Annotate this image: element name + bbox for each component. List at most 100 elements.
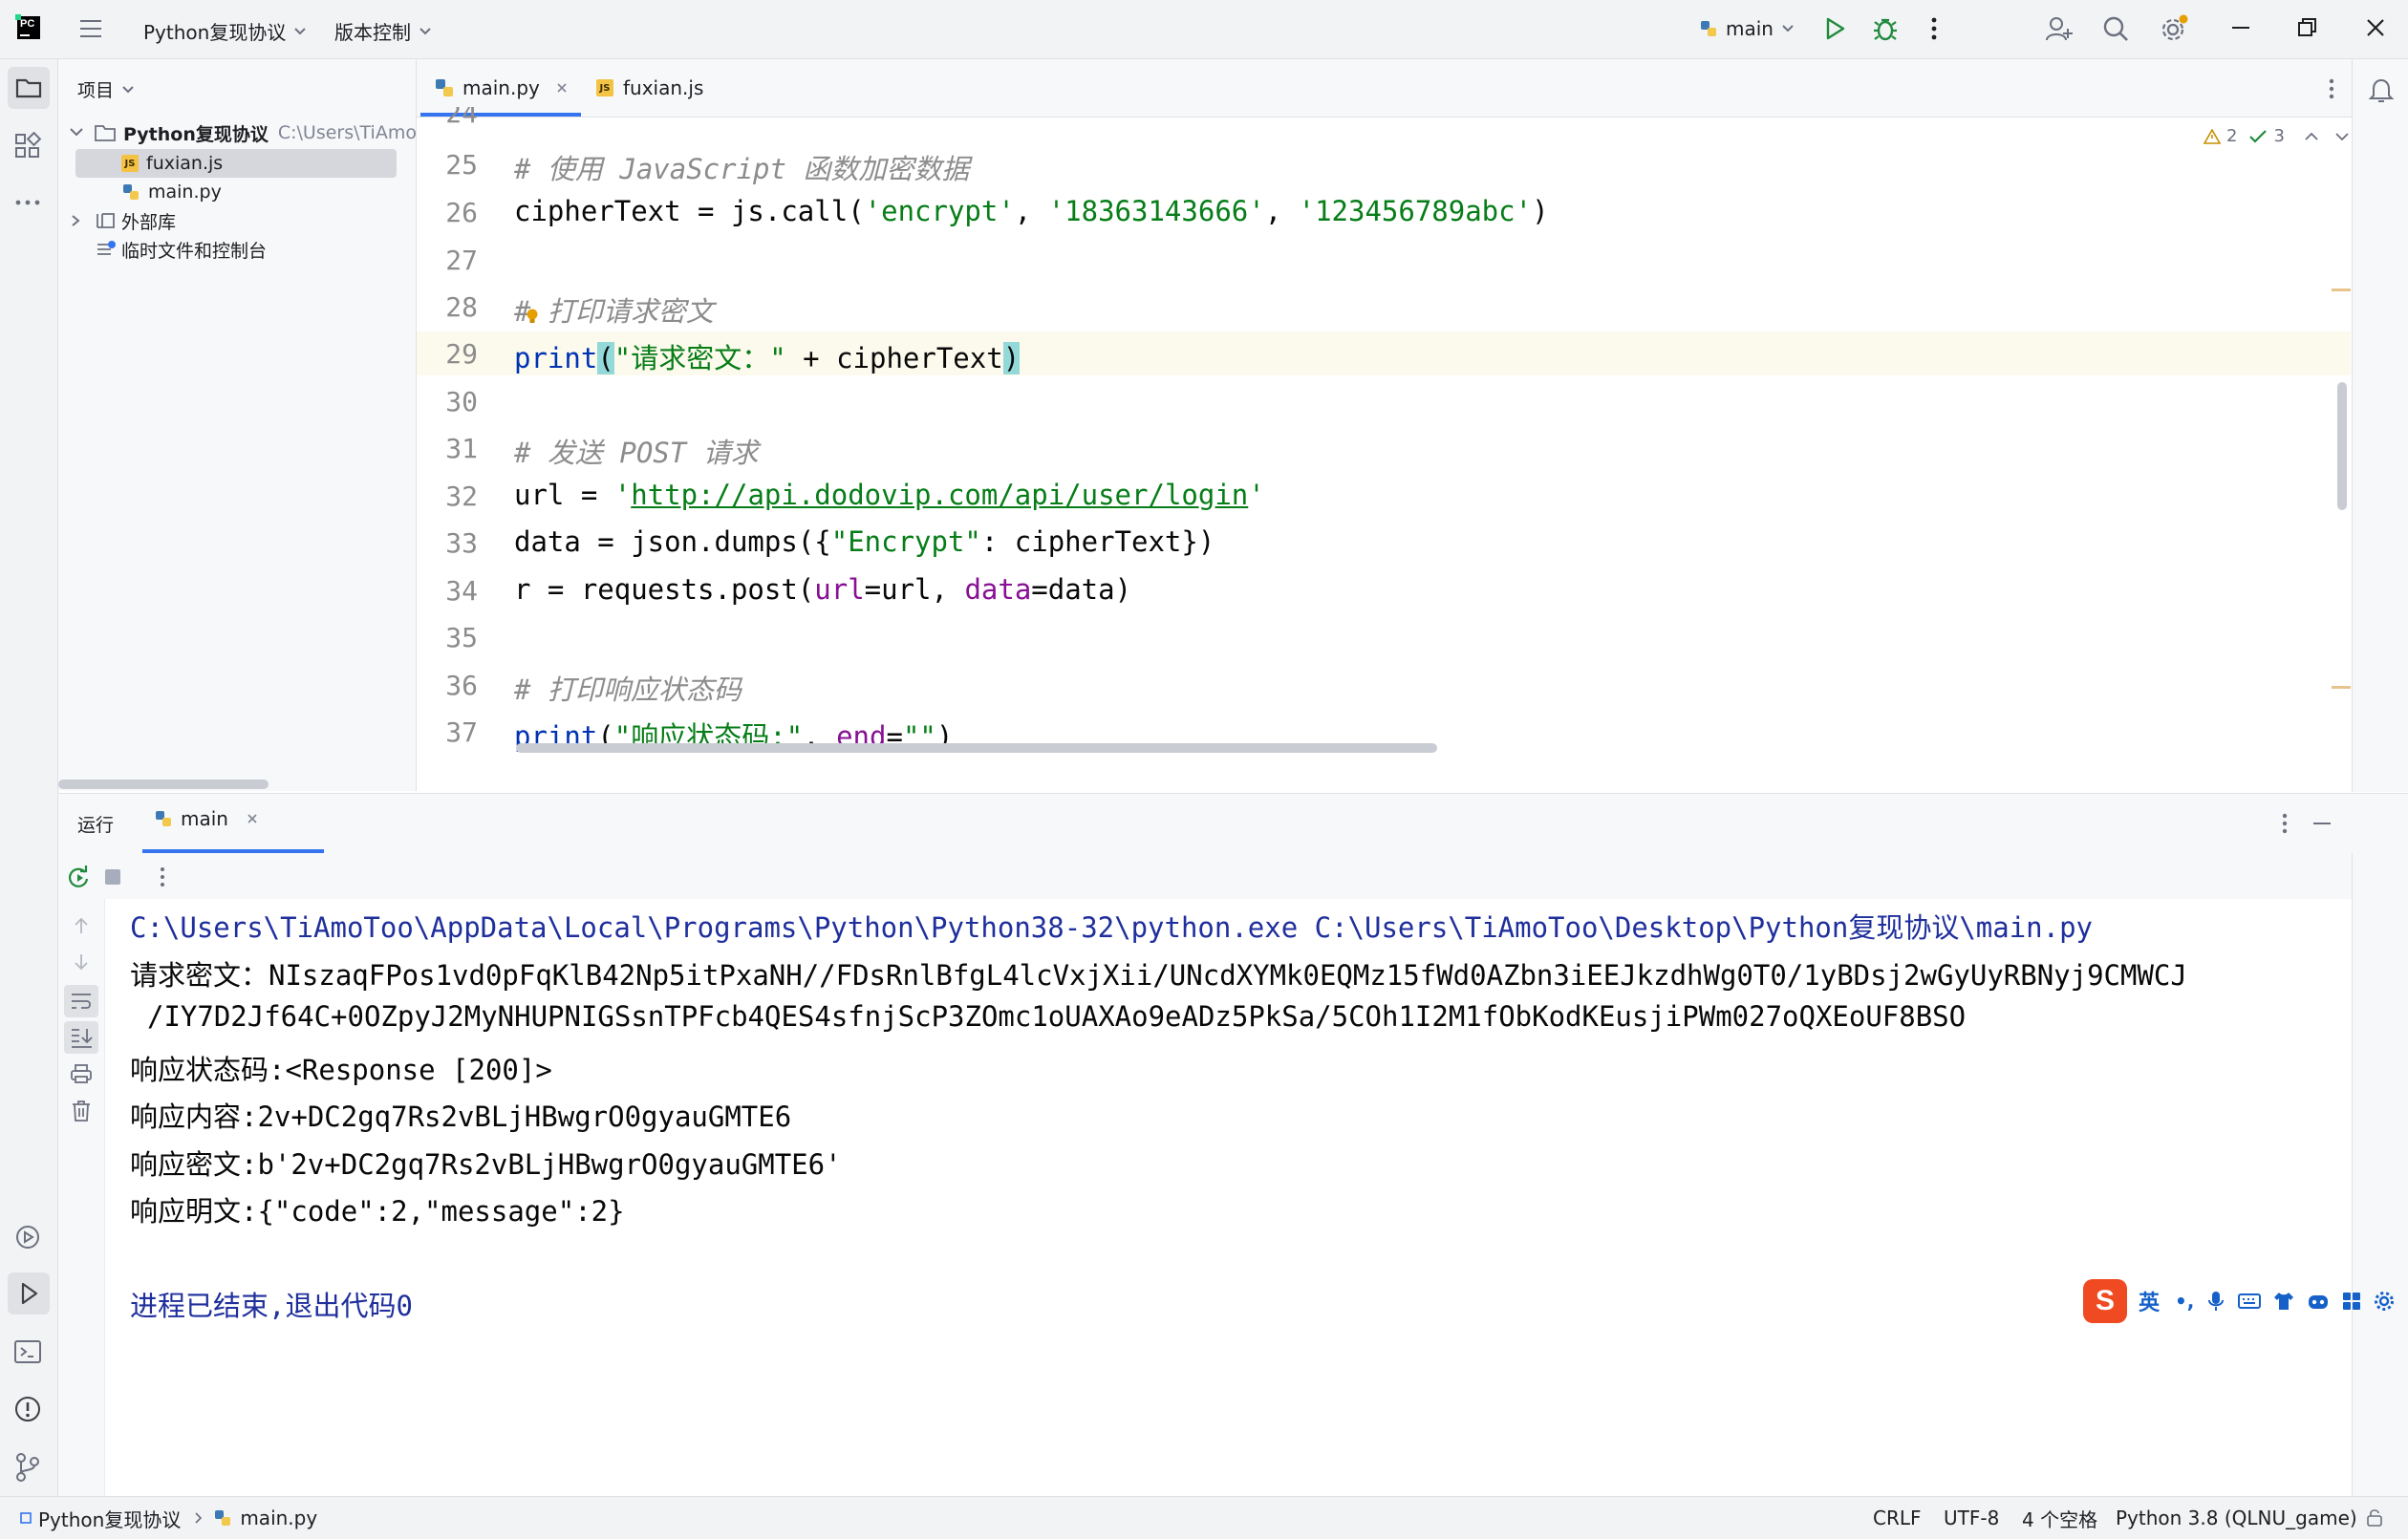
close-window-icon[interactable] (2366, 18, 2385, 37)
code-line[interactable]: # 打印响应状态码 (514, 668, 742, 708)
tab-fuxian-js[interactable]: JS fuxian.js (596, 59, 703, 117)
tree-file-main-py[interactable]: main.py (121, 178, 222, 206)
chevron-up-icon[interactable] (2304, 131, 2319, 142)
tree-root-row[interactable]: Python复现协议 C:\Users\TiAmo (68, 118, 417, 147)
console-line[interactable]: /IY7D2Jf64C+0OZpyJ2MyNHUPNIGSsnTPFcb4QES… (147, 1000, 1966, 1033)
scroll-up-icon[interactable] (72, 916, 91, 935)
hide-panel-icon[interactable] (2313, 823, 2333, 826)
folder-icon (15, 78, 42, 98)
settings-gear-icon[interactable] (2160, 14, 2188, 43)
code-line[interactable]: print("请求密文：" + cipherText) (514, 336, 1021, 376)
line-number: 29 (445, 338, 478, 370)
tab-label: fuxian.js (623, 76, 704, 99)
code-line[interactable]: cipherText = js.call('encrypt', '1836314… (514, 195, 1549, 227)
notifications-bell-icon[interactable] (2368, 76, 2395, 105)
tree-external-libraries[interactable]: 外部库 (68, 206, 176, 235)
close-icon[interactable] (246, 812, 259, 825)
restore-window-icon[interactable] (2298, 18, 2317, 37)
minimize-window-icon[interactable] (2232, 27, 2251, 31)
vcs-menu[interactable]: 版本控制 (334, 17, 432, 45)
scroll-to-end-icon (72, 1029, 93, 1048)
print-icon[interactable] (70, 1063, 93, 1084)
ime-mode-label[interactable]: 英 (2139, 1286, 2160, 1316)
intention-bulb-icon[interactable] (526, 308, 539, 327)
code-line[interactable]: # 发送 POST 请求 (514, 431, 759, 471)
ok-count: 3 (2273, 126, 2285, 146)
breadcrumb-file[interactable]: main.py (240, 1507, 317, 1529)
chevron-down-icon[interactable] (2334, 131, 2350, 142)
status-bar: Python复现协议 main.py CRLF UTF-8 4 个空格 Pyth… (0, 1496, 2408, 1539)
project-panel-header[interactable]: 项目 (77, 76, 135, 102)
run-more-icon[interactable] (160, 866, 165, 887)
run-tab-main[interactable]: main (154, 807, 259, 830)
run-options-icon[interactable] (2281, 813, 2289, 834)
toolbox-grid-icon[interactable] (2341, 1291, 2362, 1312)
console-line[interactable]: C:\Users\TiAmoToo\AppData\Local\Programs… (130, 906, 2093, 946)
git-tool-button[interactable] (13, 1452, 42, 1483)
ime-punct-label[interactable]: •, (2175, 1290, 2194, 1313)
code-line[interactable]: r = requests.post(url=url, data=data) (514, 573, 1131, 606)
project-switcher[interactable]: Python复现协议 (143, 17, 307, 45)
scroll-down-icon[interactable] (72, 952, 91, 972)
code-line[interactable]: # 打印请求密文 (514, 289, 714, 330)
stop-button[interactable] (104, 868, 121, 886)
left-tool-strip (0, 59, 58, 1496)
run-tool-button[interactable] (8, 1272, 50, 1315)
editor-horizontal-scrollbar[interactable] (516, 743, 1437, 753)
pycharm-logo[interactable]: PC (15, 14, 40, 39)
debug-button[interactable] (1873, 15, 1898, 42)
line-separator-widget[interactable]: CRLF (1873, 1497, 1922, 1539)
tree-scratches[interactable]: 临时文件和控制台 (95, 235, 267, 264)
close-icon[interactable] (555, 81, 569, 95)
more-tools-icon[interactable] (15, 199, 42, 206)
structure-tool-button[interactable] (13, 132, 42, 160)
microphone-icon[interactable] (2207, 1290, 2225, 1313)
process-finished-line[interactable]: 进程已结束,退出代码0 (130, 1284, 413, 1324)
console-line[interactable]: 响应明文:{"code":2,"message":2} (130, 1189, 625, 1229)
rerun-button[interactable] (66, 865, 91, 889)
code-line[interactable]: # 使用 JavaScript 函数加密数据 (514, 147, 969, 187)
run-config-selector[interactable]: main (1699, 17, 1795, 40)
emoji-robot-icon[interactable] (2307, 1291, 2330, 1312)
input-method-toolbar[interactable]: S 英 •, (2083, 1274, 2408, 1328)
ime-settings-icon[interactable] (2374, 1291, 2395, 1312)
keyboard-icon[interactable] (2238, 1292, 2262, 1311)
lock-icon[interactable] (2366, 1508, 2383, 1528)
console-line[interactable]: 请求密文：NIszaqFPos1vd0pFqKlB42Np5itPxaNH//F… (130, 953, 2187, 994)
console-line[interactable]: 响应密文:b'2v+DC2gq7Rs2vBLjHBwgrO0gyauGMTE6' (130, 1143, 842, 1183)
scroll-to-end-button[interactable] (64, 1021, 98, 1054)
search-icon[interactable] (2102, 15, 2129, 42)
skin-shirt-icon[interactable] (2272, 1291, 2295, 1312)
breadcrumb-project[interactable]: Python复现协议 (38, 1505, 181, 1532)
code-line[interactable]: data = json.dumps({"Encrypt": cipherText… (514, 525, 1215, 558)
services-tool-button[interactable] (13, 1223, 42, 1251)
encoding-widget[interactable]: UTF-8 (1944, 1497, 1999, 1539)
project-horizontal-scrollbar[interactable] (58, 780, 269, 789)
console-line[interactable]: 响应内容:2v+DC2gq7Rs2vBLjHBwgrO0gyauGMTE6 (130, 1095, 791, 1135)
terminal-tool-button[interactable] (13, 1337, 42, 1366)
tree-file-label: main.py (148, 182, 222, 203)
line-number: 25 (445, 149, 478, 181)
code-line[interactable]: url = 'http://api.dodovip.com/api/user/l… (514, 479, 1265, 511)
inspection-widget[interactable]: 2 3 (2204, 126, 2350, 146)
python-file-icon (215, 1510, 231, 1526)
breadcrumb[interactable]: Python复现协议 main.py (19, 1497, 317, 1539)
warning-marker[interactable] (2332, 686, 2351, 689)
main-menu-icon[interactable] (80, 18, 103, 39)
line-number: 35 (445, 622, 478, 653)
run-button[interactable] (1823, 16, 1846, 41)
more-actions-icon[interactable] (1930, 17, 1938, 40)
console-line[interactable]: 响应状态码:<Response [200]> (130, 1048, 552, 1088)
console-right-strip (2352, 853, 2408, 1496)
problems-tool-button[interactable] (13, 1395, 42, 1423)
warning-marker[interactable] (2332, 289, 2351, 291)
clear-all-trash-icon[interactable] (71, 1100, 92, 1122)
tab-options-icon[interactable] (2328, 78, 2335, 99)
tree-file-fuxian-js[interactable]: JS fuxian.js (121, 149, 223, 178)
add-user-icon[interactable] (2045, 15, 2074, 42)
indent-widget[interactable]: 4 个空格 (2022, 1497, 2097, 1539)
soft-wrap-button[interactable] (64, 985, 98, 1017)
project-tool-button[interactable] (8, 67, 50, 109)
interpreter-widget[interactable]: Python 3.8 (QLNU_game) (2116, 1497, 2357, 1539)
editor-vertical-scrollbar[interactable] (2337, 382, 2347, 510)
